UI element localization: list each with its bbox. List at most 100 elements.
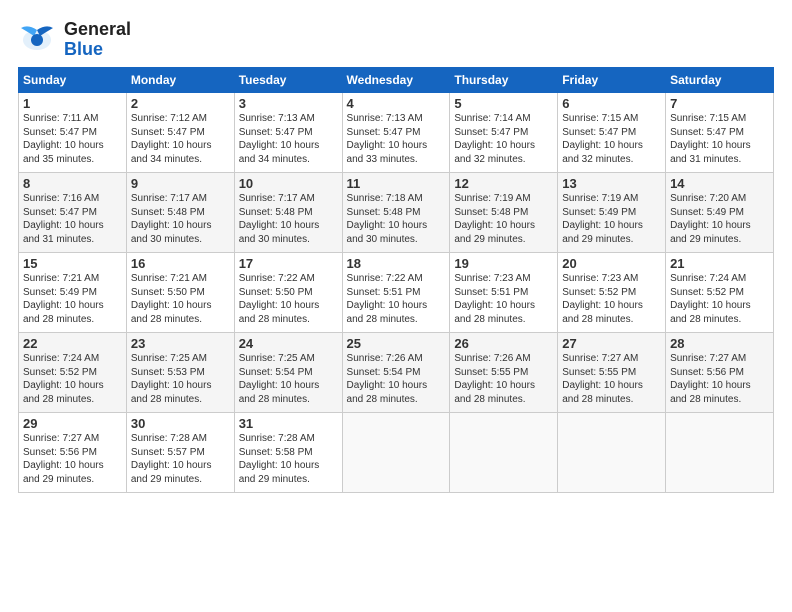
sunset-label: Sunset: 5:48 PM xyxy=(239,207,313,218)
calendar-cell: 30 Sunrise: 7:28 AM Sunset: 5:57 PM Dayl… xyxy=(126,413,234,493)
daylight-label: Daylight: 10 hours and 32 minutes. xyxy=(454,140,535,165)
calendar-week-row: 1 Sunrise: 7:11 AM Sunset: 5:47 PM Dayli… xyxy=(19,93,774,173)
day-info: Sunrise: 7:15 AM Sunset: 5:47 PM Dayligh… xyxy=(562,112,661,166)
day-number: 8 xyxy=(23,176,122,191)
sunrise-label: Sunrise: 7:26 AM xyxy=(454,353,530,364)
day-info: Sunrise: 7:17 AM Sunset: 5:48 PM Dayligh… xyxy=(131,192,230,246)
sunset-label: Sunset: 5:56 PM xyxy=(670,367,744,378)
sunset-label: Sunset: 5:49 PM xyxy=(23,287,97,298)
calendar-cell: 21 Sunrise: 7:24 AM Sunset: 5:52 PM Dayl… xyxy=(666,253,774,333)
daylight-label: Daylight: 10 hours and 32 minutes. xyxy=(562,140,643,165)
sunrise-label: Sunrise: 7:12 AM xyxy=(131,113,207,124)
day-info: Sunrise: 7:13 AM Sunset: 5:47 PM Dayligh… xyxy=(347,112,446,166)
day-info: Sunrise: 7:28 AM Sunset: 5:58 PM Dayligh… xyxy=(239,432,338,486)
daylight-label: Daylight: 10 hours and 28 minutes. xyxy=(23,300,104,325)
sunset-label: Sunset: 5:47 PM xyxy=(347,127,421,138)
daylight-label: Daylight: 10 hours and 31 minutes. xyxy=(670,140,751,165)
day-number: 3 xyxy=(239,96,338,111)
sunrise-label: Sunrise: 7:18 AM xyxy=(347,193,423,204)
daylight-label: Daylight: 10 hours and 28 minutes. xyxy=(562,300,643,325)
calendar-cell: 20 Sunrise: 7:23 AM Sunset: 5:52 PM Dayl… xyxy=(558,253,666,333)
day-info: Sunrise: 7:26 AM Sunset: 5:55 PM Dayligh… xyxy=(454,352,553,406)
daylight-label: Daylight: 10 hours and 29 minutes. xyxy=(239,460,320,485)
daylight-label: Daylight: 10 hours and 28 minutes. xyxy=(454,380,535,405)
day-info: Sunrise: 7:19 AM Sunset: 5:49 PM Dayligh… xyxy=(562,192,661,246)
day-number: 13 xyxy=(562,176,661,191)
sunset-label: Sunset: 5:54 PM xyxy=(347,367,421,378)
calendar-cell: 11 Sunrise: 7:18 AM Sunset: 5:48 PM Dayl… xyxy=(342,173,450,253)
calendar-cell: 10 Sunrise: 7:17 AM Sunset: 5:48 PM Dayl… xyxy=(234,173,342,253)
day-info: Sunrise: 7:27 AM Sunset: 5:55 PM Dayligh… xyxy=(562,352,661,406)
day-number: 4 xyxy=(347,96,446,111)
sunrise-label: Sunrise: 7:21 AM xyxy=(23,273,99,284)
day-number: 23 xyxy=(131,336,230,351)
sunrise-label: Sunrise: 7:16 AM xyxy=(23,193,99,204)
sunrise-label: Sunrise: 7:15 AM xyxy=(562,113,638,124)
sunrise-label: Sunrise: 7:19 AM xyxy=(454,193,530,204)
sunset-label: Sunset: 5:55 PM xyxy=(454,367,528,378)
sunrise-label: Sunrise: 7:28 AM xyxy=(131,433,207,444)
sunrise-label: Sunrise: 7:27 AM xyxy=(23,433,99,444)
sunrise-label: Sunrise: 7:23 AM xyxy=(454,273,530,284)
calendar-cell: 23 Sunrise: 7:25 AM Sunset: 5:53 PM Dayl… xyxy=(126,333,234,413)
day-number: 30 xyxy=(131,416,230,431)
daylight-label: Daylight: 10 hours and 29 minutes. xyxy=(23,460,104,485)
sunrise-label: Sunrise: 7:13 AM xyxy=(239,113,315,124)
day-number: 19 xyxy=(454,256,553,271)
calendar-cell: 31 Sunrise: 7:28 AM Sunset: 5:58 PM Dayl… xyxy=(234,413,342,493)
day-number: 16 xyxy=(131,256,230,271)
calendar-cell: 8 Sunrise: 7:16 AM Sunset: 5:47 PM Dayli… xyxy=(19,173,127,253)
day-info: Sunrise: 7:13 AM Sunset: 5:47 PM Dayligh… xyxy=(239,112,338,166)
daylight-label: Daylight: 10 hours and 28 minutes. xyxy=(347,380,428,405)
day-info: Sunrise: 7:23 AM Sunset: 5:51 PM Dayligh… xyxy=(454,272,553,326)
daylight-label: Daylight: 10 hours and 28 minutes. xyxy=(131,380,212,405)
sunset-label: Sunset: 5:48 PM xyxy=(131,207,205,218)
calendar-cell: 18 Sunrise: 7:22 AM Sunset: 5:51 PM Dayl… xyxy=(342,253,450,333)
calendar-week-row: 15 Sunrise: 7:21 AM Sunset: 5:49 PM Dayl… xyxy=(19,253,774,333)
sunset-label: Sunset: 5:50 PM xyxy=(131,287,205,298)
daylight-label: Daylight: 10 hours and 34 minutes. xyxy=(131,140,212,165)
day-info: Sunrise: 7:15 AM Sunset: 5:47 PM Dayligh… xyxy=(670,112,769,166)
daylight-label: Daylight: 10 hours and 28 minutes. xyxy=(670,380,751,405)
weekday-header: Thursday xyxy=(450,68,558,93)
day-info: Sunrise: 7:26 AM Sunset: 5:54 PM Dayligh… xyxy=(347,352,446,406)
day-info: Sunrise: 7:11 AM Sunset: 5:47 PM Dayligh… xyxy=(23,112,122,166)
day-number: 6 xyxy=(562,96,661,111)
day-number: 28 xyxy=(670,336,769,351)
weekday-header: Friday xyxy=(558,68,666,93)
calendar-cell xyxy=(342,413,450,493)
calendar-cell: 19 Sunrise: 7:23 AM Sunset: 5:51 PM Dayl… xyxy=(450,253,558,333)
calendar-cell: 14 Sunrise: 7:20 AM Sunset: 5:49 PM Dayl… xyxy=(666,173,774,253)
day-number: 1 xyxy=(23,96,122,111)
sunrise-label: Sunrise: 7:27 AM xyxy=(562,353,638,364)
day-info: Sunrise: 7:18 AM Sunset: 5:48 PM Dayligh… xyxy=(347,192,446,246)
daylight-label: Daylight: 10 hours and 31 minutes. xyxy=(23,220,104,245)
sunset-label: Sunset: 5:49 PM xyxy=(670,207,744,218)
calendar-cell: 13 Sunrise: 7:19 AM Sunset: 5:49 PM Dayl… xyxy=(558,173,666,253)
sunrise-label: Sunrise: 7:24 AM xyxy=(23,353,99,364)
day-number: 20 xyxy=(562,256,661,271)
sunset-label: Sunset: 5:55 PM xyxy=(562,367,636,378)
sunrise-label: Sunrise: 7:25 AM xyxy=(131,353,207,364)
daylight-label: Daylight: 10 hours and 29 minutes. xyxy=(670,220,751,245)
calendar-cell: 28 Sunrise: 7:27 AM Sunset: 5:56 PM Dayl… xyxy=(666,333,774,413)
day-info: Sunrise: 7:21 AM Sunset: 5:50 PM Dayligh… xyxy=(131,272,230,326)
sunrise-label: Sunrise: 7:25 AM xyxy=(239,353,315,364)
daylight-label: Daylight: 10 hours and 29 minutes. xyxy=(131,460,212,485)
sunrise-label: Sunrise: 7:22 AM xyxy=(347,273,423,284)
day-number: 12 xyxy=(454,176,553,191)
sunrise-label: Sunrise: 7:24 AM xyxy=(670,273,746,284)
sunset-label: Sunset: 5:47 PM xyxy=(23,207,97,218)
daylight-label: Daylight: 10 hours and 28 minutes. xyxy=(239,380,320,405)
calendar-cell: 29 Sunrise: 7:27 AM Sunset: 5:56 PM Dayl… xyxy=(19,413,127,493)
calendar-cell: 12 Sunrise: 7:19 AM Sunset: 5:48 PM Dayl… xyxy=(450,173,558,253)
logo-text-line1: General xyxy=(64,20,131,40)
day-info: Sunrise: 7:25 AM Sunset: 5:53 PM Dayligh… xyxy=(131,352,230,406)
calendar-week-row: 22 Sunrise: 7:24 AM Sunset: 5:52 PM Dayl… xyxy=(19,333,774,413)
day-number: 29 xyxy=(23,416,122,431)
day-info: Sunrise: 7:17 AM Sunset: 5:48 PM Dayligh… xyxy=(239,192,338,246)
calendar-table: SundayMondayTuesdayWednesdayThursdayFrid… xyxy=(18,67,774,493)
weekday-header: Monday xyxy=(126,68,234,93)
sunset-label: Sunset: 5:48 PM xyxy=(347,207,421,218)
calendar-cell: 26 Sunrise: 7:26 AM Sunset: 5:55 PM Dayl… xyxy=(450,333,558,413)
